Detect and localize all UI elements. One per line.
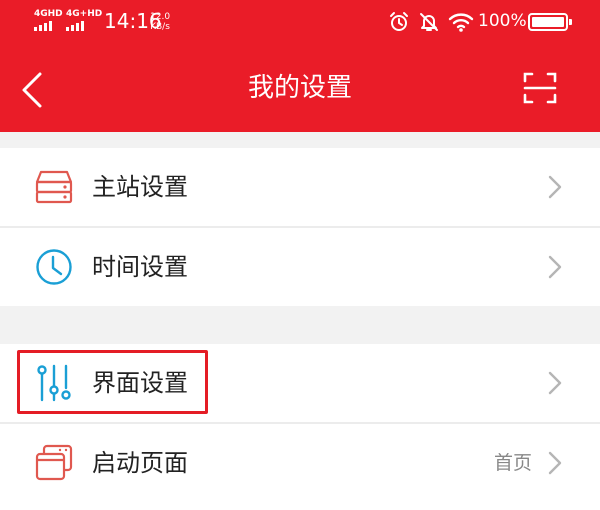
chevron-right-icon bbox=[548, 451, 562, 475]
signal-bars-icon bbox=[66, 21, 102, 31]
sim1-signal: 4GHD bbox=[34, 10, 63, 31]
settings-item-master-station[interactable]: 主站设置 bbox=[0, 148, 600, 226]
network-speed-value: 12.0 bbox=[150, 12, 171, 22]
chevron-right-icon bbox=[548, 255, 562, 279]
clock-icon bbox=[36, 249, 72, 285]
settings-item-label: 启动页面 bbox=[92, 449, 188, 477]
chevron-right-icon bbox=[548, 175, 562, 199]
sim1-label: 4GHD bbox=[34, 9, 63, 19]
wifi-icon bbox=[448, 13, 474, 32]
network-speed: 12.0 KB/s bbox=[150, 12, 170, 32]
highlight-box bbox=[17, 350, 208, 414]
settings-item-label: 时间设置 bbox=[92, 253, 188, 281]
settings-item-time[interactable]: 时间设置 bbox=[0, 228, 600, 306]
bell-off-icon bbox=[420, 13, 438, 31]
chevron-right-icon bbox=[548, 371, 562, 395]
settings-item-startup-page[interactable]: 启动页面 首页 bbox=[0, 424, 600, 510]
back-button[interactable] bbox=[18, 70, 46, 110]
section-gap bbox=[0, 306, 600, 344]
nav-bar: 我的设置 bbox=[0, 44, 600, 132]
section-gap bbox=[0, 132, 600, 148]
sim2-signal: 4G+HD bbox=[66, 10, 102, 31]
scan-icon bbox=[523, 72, 557, 104]
battery-percent: 100% bbox=[478, 11, 527, 31]
scan-button[interactable] bbox=[522, 71, 558, 105]
settings-item-value: 首页 bbox=[493, 452, 532, 474]
battery-icon bbox=[528, 13, 572, 31]
chevron-left-icon bbox=[22, 72, 42, 108]
status-bar: 4GHD 4G+HD 14:16 12.0 KB/s 100% bbox=[0, 0, 600, 44]
window-stack-icon bbox=[35, 444, 73, 481]
signal-bars-icon bbox=[34, 21, 63, 31]
status-icons bbox=[388, 9, 474, 35]
sim2-label: 4G+HD bbox=[66, 9, 103, 19]
page-title: 我的设置 bbox=[247, 73, 352, 103]
settings-item-label: 主站设置 bbox=[92, 173, 188, 201]
app-header: 4GHD 4G+HD 14:16 12.0 KB/s 100% 我的设置 bbox=[0, 0, 600, 132]
network-speed-unit: KB/s bbox=[150, 22, 170, 32]
server-icon bbox=[35, 170, 73, 204]
alarm-clock-icon bbox=[390, 12, 408, 31]
